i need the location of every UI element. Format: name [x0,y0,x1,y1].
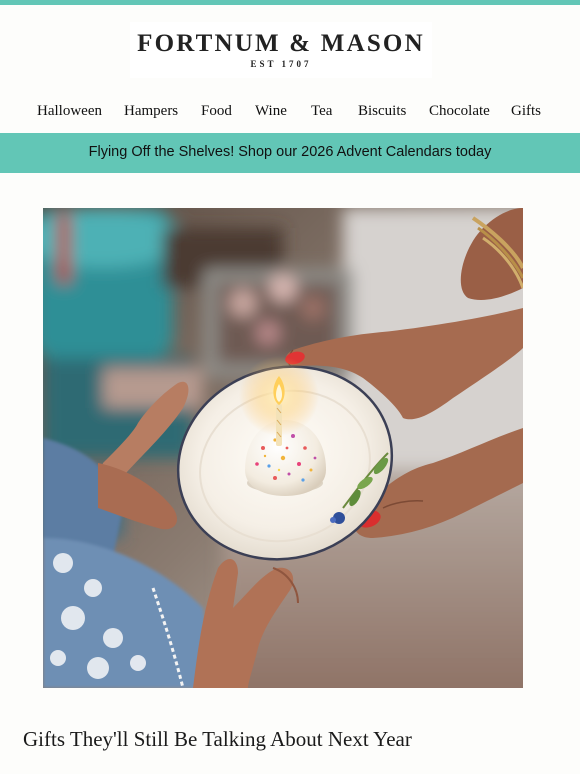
nav-item-biscuits[interactable]: Biscuits [358,103,406,120]
nav-item-food[interactable]: Food [201,103,232,120]
top-accent-stripe [0,0,580,5]
nav-item-chocolate[interactable]: Chocolate [429,103,490,120]
nav-item-tea[interactable]: Tea [311,103,332,120]
hero-photo [43,208,523,688]
hero-image[interactable] [43,208,523,688]
promo-banner-text: Flying Off the Shelves! Shop our 2026 Ad… [88,144,492,160]
brand-established: EST 1707 [250,59,312,69]
nav-item-wine[interactable]: Wine [255,103,287,120]
headline: Gifts They'll Still Be Talking About Nex… [23,727,412,751]
nav-item-halloween[interactable]: Halloween [37,103,102,120]
brand-name: FORTNUM & MASON [137,30,425,57]
promo-banner[interactable]: Flying Off the Shelves! Shop our 2026 Ad… [0,133,580,173]
nav-item-hampers[interactable]: Hampers [124,103,178,120]
nav-item-gifts[interactable]: Gifts [511,103,541,120]
main-navigation: Halloween Hampers Food Wine Tea Biscuits… [0,103,580,123]
brand-logo[interactable]: FORTNUM & MASON EST 1707 [130,22,432,78]
